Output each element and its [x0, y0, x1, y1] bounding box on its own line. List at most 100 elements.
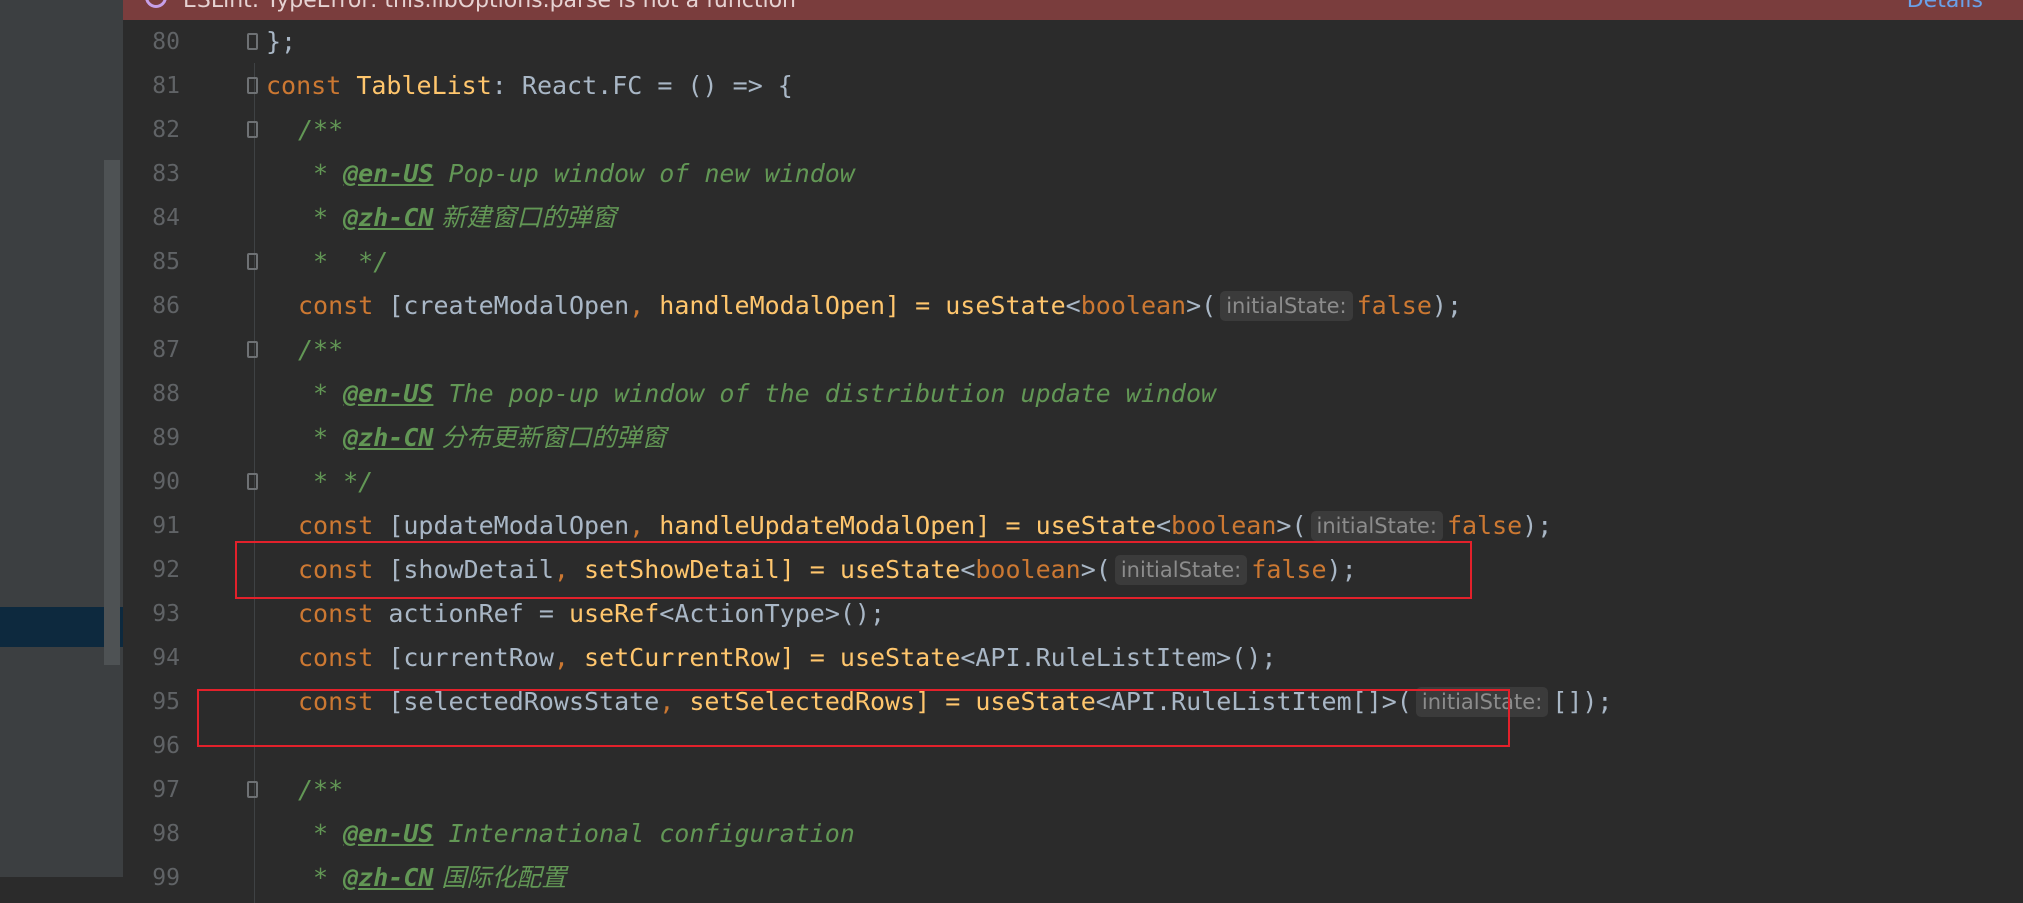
line-number: 92 — [152, 557, 180, 583]
comment-token: International configuration — [433, 819, 855, 848]
line-number: 80 — [152, 29, 180, 55]
code-line: 90 * */ — [123, 460, 2023, 504]
code-line: 82 /** — [123, 108, 2023, 152]
tool-window-scrollbar[interactable] — [104, 160, 120, 665]
code-line: 81 const TableList: React.FC = () => { — [123, 64, 2023, 108]
code-token: [currentRow — [388, 643, 554, 672]
line-number: 99 — [152, 865, 180, 891]
line-number: 98 — [152, 821, 180, 847]
line-number: 96 — [152, 733, 180, 759]
comment-token: * */ — [313, 247, 389, 276]
parameter-hint: initialState: — [1220, 291, 1353, 321]
code-editor[interactable]: 80 }; 81 const TableList: React.FC = () … — [123, 20, 2023, 903]
comment-token: 新建窗口的弹窗 — [433, 203, 617, 232]
comment-token: 国际化配置 — [433, 863, 567, 892]
comment-token: The pop-up window of the distribution up… — [433, 379, 1217, 408]
code-line: 88 * @en-US The pop-up window of the dis… — [123, 372, 2023, 416]
function-token: useState — [945, 291, 1066, 320]
highlight-box-line-92 — [235, 541, 1472, 599]
code-token: handleUpdateModalOpen] = — [659, 511, 1036, 540]
project-tool-window — [0, 0, 123, 877]
code-token: actionRef = — [388, 599, 569, 628]
keyword-token: const — [298, 511, 374, 540]
line-number: 94 — [152, 645, 180, 671]
function-token: useRef — [568, 599, 660, 628]
keyword-token: const — [298, 643, 374, 672]
line-number: 91 — [152, 513, 180, 539]
line-number: 85 — [152, 249, 180, 275]
function-token: useState — [1035, 511, 1156, 540]
keyword-token: const — [298, 599, 374, 628]
fold-marker-icon[interactable] — [247, 341, 258, 358]
fold-marker-icon[interactable] — [247, 121, 258, 138]
code-line: 85 * */ — [123, 240, 2023, 284]
doc-tag: @zh-CN — [343, 423, 434, 452]
code-line: 87 /** — [123, 328, 2023, 372]
code-token: [updateModalOpen — [388, 511, 630, 540]
doc-tag: @zh-CN — [343, 203, 434, 232]
code-token: setCurrentRow] = — [584, 643, 840, 672]
doc-tag: @en-US — [343, 159, 434, 188]
doc-tag: @en-US — [343, 379, 434, 408]
comment-token: /** — [298, 115, 344, 144]
type-token: boolean — [1080, 291, 1187, 320]
fold-marker-icon[interactable] — [247, 473, 258, 490]
code-line: 84 * @zh-CN 新建窗口的弹窗 — [123, 196, 2023, 240]
fold-marker-icon[interactable] — [247, 253, 258, 270]
line-number: 83 — [152, 161, 180, 187]
line-number: 93 — [152, 601, 180, 627]
keyword-token: false — [1446, 511, 1523, 540]
code-line: 98 * @en-US International configuration — [123, 812, 2023, 856]
code-token: []); — [1552, 687, 1613, 716]
code-line: 80 }; — [123, 20, 2023, 64]
details-link[interactable]: Details — [1907, 0, 1983, 13]
line-number: 81 — [152, 73, 180, 99]
comment-token: * — [313, 379, 344, 408]
comment-token: * — [313, 819, 344, 848]
type-token: boolean — [1171, 511, 1277, 540]
comment-token: Pop-up window of new window — [433, 159, 855, 188]
code-token: [createModalOpen — [388, 291, 630, 320]
highlight-box-line-95 — [197, 689, 1510, 747]
comment-token: * — [313, 863, 344, 892]
fold-marker-icon[interactable] — [247, 781, 258, 798]
code-token: <ActionType>(); — [659, 599, 886, 628]
line-number: 84 — [152, 205, 180, 231]
line-number: 90 — [152, 469, 180, 495]
fold-marker-icon[interactable] — [247, 33, 258, 50]
type-token: React.FC — [521, 71, 643, 100]
eslint-error-banner: ESLint: TypeError: this.libOptions.parse… — [123, 0, 2023, 20]
line-number: 86 — [152, 293, 180, 319]
comment-token: * */ — [313, 467, 374, 496]
code-line: 83 * @en-US Pop-up window of new window — [123, 152, 2023, 196]
line-number: 82 — [152, 117, 180, 143]
eslint-icon — [145, 0, 167, 8]
code-line: 99 * @zh-CN 国际化配置 — [123, 856, 2023, 900]
line-number: 88 — [152, 381, 180, 407]
comment-token: 分布更新窗口的弹窗 — [433, 423, 667, 452]
line-number: 95 — [152, 689, 180, 715]
comment-token: * — [313, 423, 344, 452]
keyword-token: const — [298, 291, 374, 320]
line-number: 87 — [152, 337, 180, 363]
doc-tag: @zh-CN — [343, 863, 434, 892]
code-line: 97 /** — [123, 768, 2023, 812]
code-token: }; — [266, 27, 297, 56]
line-number: 89 — [152, 425, 180, 451]
comment-token: /** — [298, 335, 344, 364]
code-line: 86 const [createModalOpen, handleModalOp… — [123, 284, 2023, 328]
identifier-token: TableList — [356, 71, 492, 100]
comment-token: * — [313, 159, 344, 188]
fold-marker-icon[interactable] — [247, 77, 258, 94]
code-line: 89 * @zh-CN 分布更新窗口的弹窗 — [123, 416, 2023, 460]
code-token: = () => { — [657, 71, 793, 100]
code-line: 94 const [currentRow, setCurrentRow] = u… — [123, 636, 2023, 680]
code-token: handleModalOpen] = — [659, 291, 946, 320]
function-token: useState — [839, 643, 961, 672]
doc-tag: @en-US — [343, 819, 434, 848]
eslint-error-text: ESLint: TypeError: this.libOptions.parse… — [183, 0, 797, 13]
code-token: <API.RuleListItem>(); — [960, 643, 1277, 672]
keyword-token: const — [266, 71, 342, 100]
comment-token: * — [313, 203, 344, 232]
line-number: 97 — [152, 777, 180, 803]
